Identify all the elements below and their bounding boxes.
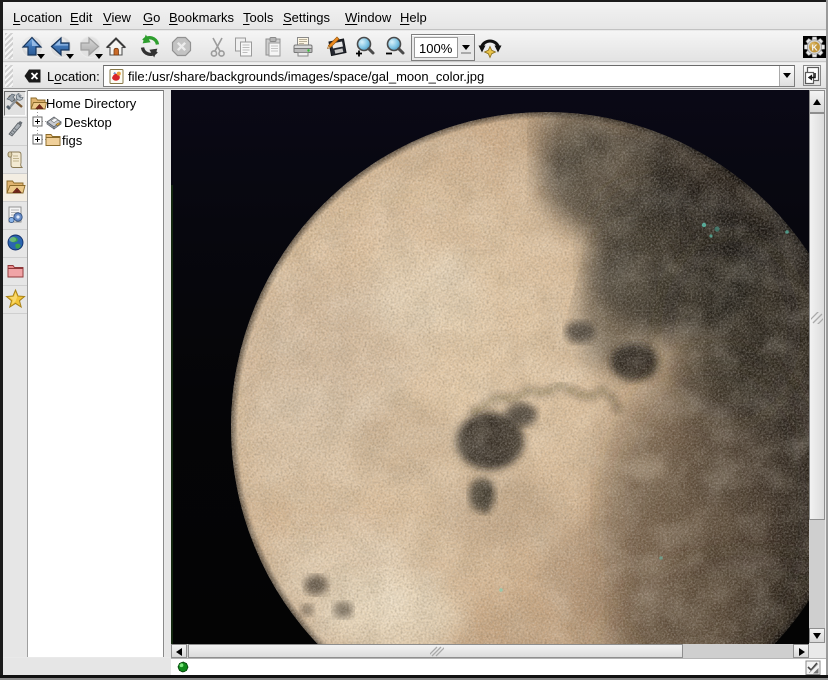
svg-text:K: K <box>811 42 818 52</box>
